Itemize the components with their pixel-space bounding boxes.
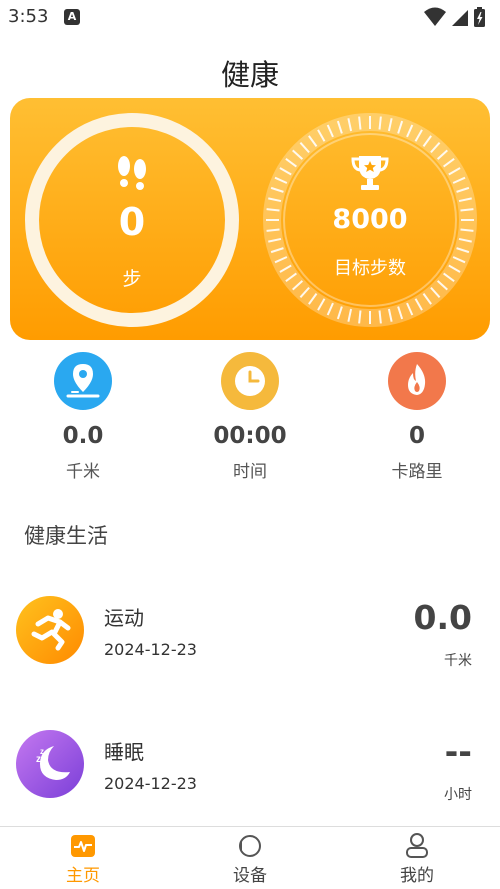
activity-sleep-value: --	[444, 732, 472, 771]
person-icon	[406, 833, 428, 858]
activity-sleep-unit: 小时	[444, 787, 472, 803]
clock-icon	[221, 352, 279, 410]
watch-icon	[239, 835, 261, 857]
goal-ring[interactable]: 8000 目标步数	[262, 112, 478, 328]
stat-calories: 0 卡路里	[347, 352, 487, 482]
goal-ring-tick	[358, 310, 362, 324]
tab-mine[interactable]: 我的	[334, 827, 500, 889]
steps-value: 0	[118, 200, 146, 244]
wifi-icon	[424, 7, 446, 26]
activity-sport-unit: 千米	[444, 653, 472, 669]
page-title: 健康	[220, 58, 279, 92]
moon-sleep-icon: z z	[16, 730, 84, 798]
section-title: 健康生活	[24, 524, 108, 548]
footprints-icon	[118, 156, 146, 190]
signal-icon	[452, 10, 468, 26]
calories-label: 卡路里	[391, 462, 443, 482]
goal-label: 目标步数	[334, 258, 406, 279]
distance-label: 千米	[66, 462, 100, 482]
status-time: 3:53	[8, 6, 49, 27]
steps-ring[interactable]: 0 步	[24, 112, 240, 328]
steps-label: 步	[122, 268, 142, 290]
tab-home-label: 主页	[66, 866, 100, 886]
steps-card[interactable]: 0 步 8000 目标步数	[10, 98, 490, 340]
activity-sleep-name: 睡眠	[104, 740, 144, 764]
bottom-tab-bar: 主页 设备 我的	[0, 826, 500, 889]
activity-sport-date: 2024-12-23	[104, 640, 197, 659]
activity-sport-row[interactable]: 运动 2024-12-23 0.0 千米	[0, 588, 500, 678]
tab-device-label: 设备	[233, 866, 267, 886]
goal-ring-tick	[378, 116, 382, 130]
stat-time: 00:00 时间	[180, 352, 320, 482]
svg-text:z: z	[40, 747, 44, 756]
trophy-icon	[351, 156, 389, 190]
goal-ring-tick	[358, 116, 362, 130]
tab-home[interactable]: 主页	[0, 827, 166, 889]
tab-device[interactable]: 设备	[167, 827, 333, 889]
activity-sleep-date: 2024-12-23	[104, 774, 197, 793]
activity-sport-value: 0.0	[413, 598, 472, 637]
notification-icon: A	[64, 9, 80, 25]
goal-ring-tick	[378, 310, 382, 324]
activity-sport-name: 运动	[104, 606, 144, 630]
heartbeat-icon	[71, 835, 95, 857]
time-value: 00:00	[213, 423, 287, 449]
stat-distance: 0.0 千米	[13, 352, 153, 482]
status-icons	[422, 6, 492, 32]
running-person-icon	[16, 596, 84, 664]
time-label: 时间	[233, 462, 267, 482]
stats-row: 0.0 千米 00:00 时间 0 卡路里	[0, 352, 500, 482]
tab-mine-label: 我的	[400, 866, 434, 886]
goal-value: 8000	[332, 204, 408, 235]
calories-value: 0	[408, 423, 425, 449]
distance-value: 0.0	[62, 423, 104, 449]
activity-sleep-row[interactable]: z z 睡眠 2024-12-23 -- 小时	[0, 722, 500, 812]
flame-icon	[388, 352, 446, 410]
status-bar: 3:53 A	[0, 0, 500, 34]
location-pin-icon	[54, 352, 112, 410]
